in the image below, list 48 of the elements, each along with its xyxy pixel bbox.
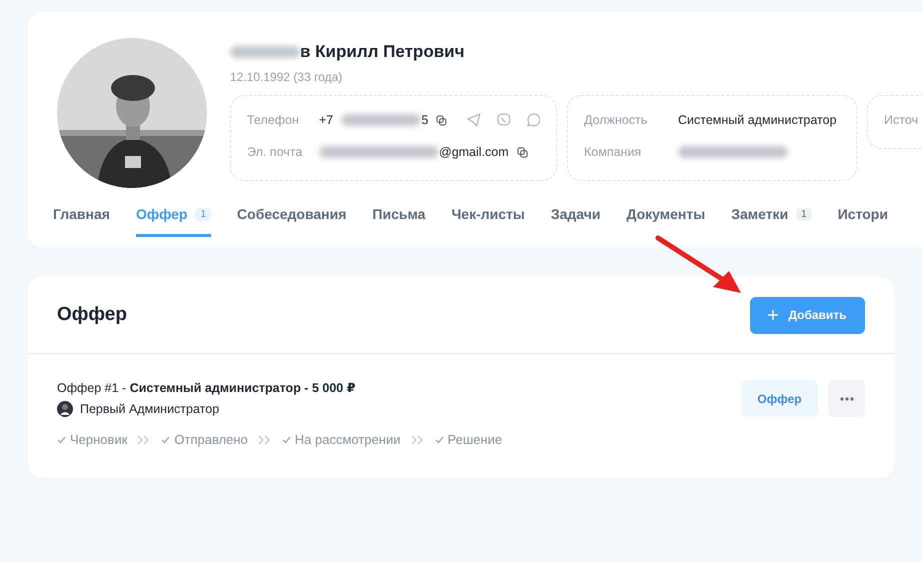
field-label: Телефон xyxy=(247,113,300,127)
stage-label: Отправлено xyxy=(161,432,248,447)
telegram-icon[interactable] xyxy=(467,113,481,127)
tab[interactable]: Истори xyxy=(838,206,888,237)
plus-icon xyxy=(768,310,778,320)
check-icon xyxy=(434,436,444,444)
field-value: Системный администратор xyxy=(678,113,837,127)
field-label: Эл. почта xyxy=(247,145,304,159)
more-button[interactable] xyxy=(828,380,865,417)
tab[interactable]: Оффер 1 xyxy=(136,206,212,237)
phone-prefix: +7 xyxy=(319,113,334,127)
check-icon xyxy=(161,436,170,444)
tab[interactable]: Письма xyxy=(372,206,426,237)
section-title: Оффер xyxy=(57,304,127,326)
birth-date: 12.10.1992 (33 года) xyxy=(230,70,344,84)
field-label: Компания xyxy=(584,145,642,159)
field-label: Источ xyxy=(884,113,920,127)
redacted-text xyxy=(230,46,300,58)
email-domain: @gmail.com xyxy=(439,145,509,159)
more-icon xyxy=(840,396,854,400)
author-name: Первый Администратор xyxy=(80,402,220,416)
viber-icon[interactable] xyxy=(496,113,510,127)
field-label: Должность xyxy=(584,113,648,127)
count-badge: 1 xyxy=(195,208,212,220)
tab[interactable]: Чек-листы xyxy=(451,206,525,237)
stage-label: Решение xyxy=(434,432,502,447)
stage-label: На рассмотрении xyxy=(282,432,400,447)
copy-icon[interactable] xyxy=(516,146,528,158)
tab[interactable]: Задачи xyxy=(550,206,600,237)
phone-suffix: 5 xyxy=(421,113,428,127)
add-button[interactable]: Добавить xyxy=(750,296,865,334)
user-avatar xyxy=(57,401,73,417)
tab[interactable]: Документы xyxy=(626,206,706,237)
check-icon xyxy=(282,436,291,444)
double-chevron-icon xyxy=(258,434,272,444)
offer-title: Оффер #1 - Системный администратор - 5 000 ₽ xyxy=(57,380,356,395)
double-chevron-icon xyxy=(410,434,424,444)
tab[interactable]: Собеседования xyxy=(237,206,346,237)
tab[interactable]: Главная xyxy=(53,206,110,237)
candidate-name: в Кирилл Петрович xyxy=(300,42,464,62)
copy-icon[interactable] xyxy=(436,114,447,126)
offer-button[interactable]: Оффер xyxy=(741,380,818,417)
double-chevron-icon xyxy=(137,434,152,444)
stage-label: Черновик xyxy=(57,432,128,447)
tab[interactable]: Заметки 1 xyxy=(731,206,812,237)
count-badge: 1 xyxy=(796,208,812,220)
whatsapp-icon[interactable] xyxy=(526,113,540,127)
check-icon xyxy=(57,436,66,444)
